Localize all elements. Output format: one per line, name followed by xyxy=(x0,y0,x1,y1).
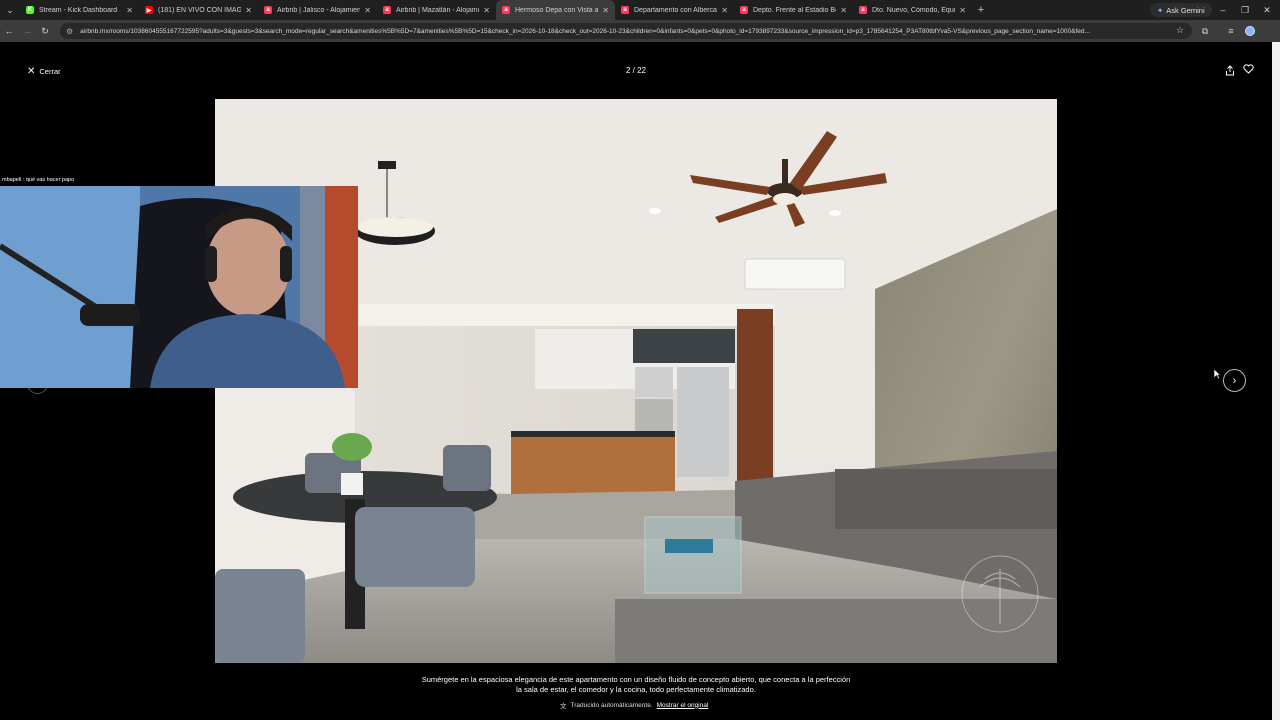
tab-title: Departamento con Alberca a 2 xyxy=(634,6,717,14)
tab-close-icon[interactable]: ✕ xyxy=(126,6,133,15)
tab-close-icon[interactable]: ✕ xyxy=(245,6,252,15)
site-info-icon[interactable]: ⚙ xyxy=(66,27,73,36)
tab-close-icon[interactable]: ✕ xyxy=(483,6,490,15)
tab-favicon-icon: a xyxy=(264,6,272,14)
show-original-link[interactable]: Mostrar el original xyxy=(657,702,709,709)
tab-title: (181) EN VIVO CON IMAGEN: C xyxy=(158,6,242,14)
tab-favicon-icon: ▶ xyxy=(145,6,153,14)
media-control-icon[interactable]: ≡ xyxy=(1222,20,1240,42)
tab-title: Airbnb | Mazatlán - Alojamient xyxy=(396,6,480,14)
tab-favicon-icon: a xyxy=(859,6,867,14)
tab-favicon-icon: a xyxy=(740,6,748,14)
tab-title: Depto. Frente al Estadio Beisbo xyxy=(753,6,836,14)
browser-tab-strip: ⌄ K Stream - Kick Dashboard ✕ ▶ (181) EN VIV… xyxy=(0,0,1280,20)
bookmark-star-icon[interactable]: ☆ xyxy=(1176,25,1184,36)
browser-tab[interactable]: ▶ (181) EN VIVO CON IMAGEN: C✕ xyxy=(139,0,258,20)
tab-title: Dto. Nuevo, Cómodo, Equipado xyxy=(872,6,956,14)
mouse-cursor xyxy=(1213,368,1221,380)
tab-close-icon[interactable]: ✕ xyxy=(959,6,966,15)
close-viewer-button[interactable]: ✕ Cerrar xyxy=(27,66,61,77)
translate-icon: 文 xyxy=(560,703,567,710)
new-tab-button[interactable]: + xyxy=(972,4,990,16)
extensions-icon[interactable]: ⧉ xyxy=(1196,20,1214,42)
browser-tab[interactable]: a Departamento con Alberca a 2 ✕ xyxy=(615,0,734,20)
photo-caption: Sumérgete en la espaciosa elegancia de e… xyxy=(421,675,851,694)
browser-tab[interactable]: K Stream - Kick Dashboard ✕ xyxy=(20,0,139,20)
tab-favicon-icon: a xyxy=(621,6,629,14)
browser-tab[interactable]: a Depto. Frente al Estadio Beisbo ✕ xyxy=(734,0,853,20)
reload-icon[interactable]: ↻ xyxy=(36,20,54,42)
tab-close-icon[interactable]: ✕ xyxy=(602,6,609,15)
forward-arrow-icon[interactable]: → xyxy=(18,20,36,42)
tab-close-icon[interactable]: ✕ xyxy=(364,6,371,15)
address-url: airbnb.mx/rooms/1038604555167722595?adul… xyxy=(80,27,1090,35)
ask-gemini-label: Ask Gemini xyxy=(1166,5,1205,15)
tab-title: Stream - Kick Dashboard xyxy=(39,6,118,14)
back-arrow-icon[interactable]: ← xyxy=(0,20,18,42)
tab-title: Hermoso Depa con Vista al Ma xyxy=(515,6,599,14)
tab-search-chevron-icon[interactable]: ⌄ xyxy=(0,0,20,20)
browser-tab[interactable]: a Airbnb | Mazatlán - Alojamient✕ xyxy=(377,0,496,20)
browser-tab[interactable]: a Hermoso Depa con Vista al Ma✕ xyxy=(496,0,615,20)
save-heart-icon[interactable] xyxy=(1242,64,1254,76)
tab-favicon-icon: a xyxy=(502,6,510,14)
tab-close-icon[interactable]: ✕ xyxy=(721,6,728,15)
page-scrollbar[interactable] xyxy=(1272,42,1280,720)
tab-favicon-icon: K xyxy=(26,6,34,14)
minimize-window-icon[interactable]: – xyxy=(1212,0,1234,20)
chat-message: mbapeli : qué vas hacer papo xyxy=(2,177,75,183)
gemini-sparkle-icon: ✦ xyxy=(1157,5,1164,15)
share-icon[interactable] xyxy=(1224,65,1236,77)
photo-counter: 2 / 22 xyxy=(625,66,646,75)
close-icon: ✕ xyxy=(27,66,36,77)
tab-list: K Stream - Kick Dashboard ✕ ▶ (181) EN VIVO … xyxy=(20,0,972,20)
close-window-icon[interactable]: ✕ xyxy=(1256,0,1278,20)
restore-window-icon[interactable]: ❐ xyxy=(1234,0,1256,20)
profile-avatar[interactable] xyxy=(1245,26,1255,36)
webcam-overlay xyxy=(0,186,358,388)
address-bar[interactable]: ⚙ airbnb.mx/rooms/1038604555167722595?ad… xyxy=(60,23,1192,39)
tab-close-icon[interactable]: ✕ xyxy=(840,6,847,15)
translation-note: 文 Traducido automáticamente. Mostrar el … xyxy=(560,700,709,711)
tab-favicon-icon: a xyxy=(383,6,391,14)
translated-label: Traducido automáticamente. xyxy=(570,701,653,709)
browser-tab[interactable]: a Dto. Nuevo, Cómodo, Equipado✕ xyxy=(853,0,972,20)
next-photo-button[interactable]: › xyxy=(1223,369,1246,392)
tab-title: Airbnb | Jalisco - Alojamientos xyxy=(277,6,361,14)
browser-toolbar: ← → ↻ ⚙ airbnb.mx/rooms/1038604555167722… xyxy=(0,20,1280,42)
browser-tab[interactable]: a Airbnb | Jalisco - Alojamientos✕ xyxy=(258,0,377,20)
chevron-right-icon: › xyxy=(1232,374,1237,387)
ask-gemini-button[interactable]: ✦ Ask Gemini xyxy=(1150,3,1212,17)
close-label: Cerrar xyxy=(39,67,61,76)
